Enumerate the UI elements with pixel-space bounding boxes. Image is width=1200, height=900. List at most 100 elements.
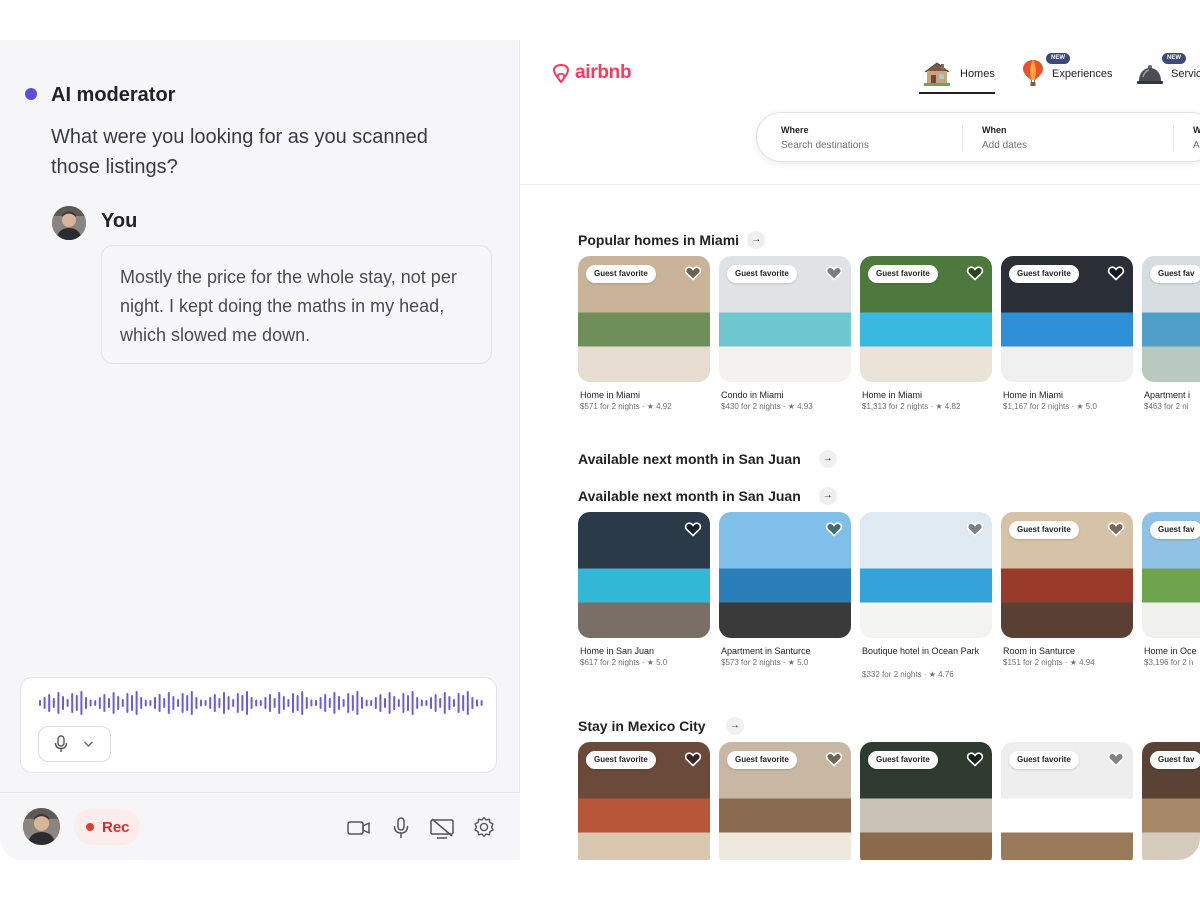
section-title[interactable]: Stay in Mexico City	[578, 718, 706, 734]
listing-photo[interactable]: Guest favorite	[1001, 512, 1133, 638]
waveform-bar	[181, 693, 184, 713]
section-arrow-button[interactable]: →	[818, 487, 837, 505]
waveform-bar	[351, 695, 354, 711]
waveform-bar	[287, 699, 290, 707]
guest-favorite-badge: Guest favorite	[727, 751, 797, 769]
search-divider	[1173, 125, 1174, 151]
heart-icon[interactable]	[1107, 750, 1125, 768]
waveform-bar	[347, 693, 350, 713]
audio-waveform	[39, 691, 483, 715]
waveform-bar	[227, 696, 230, 710]
waveform-bar	[342, 699, 345, 707]
guest-favorite-badge: Guest favorite	[1009, 751, 1079, 769]
airbnb-logo-text[interactable]: airbnb	[575, 62, 632, 84]
listing-photo[interactable]	[719, 512, 851, 638]
heart-icon[interactable]	[825, 264, 843, 282]
search-who-input[interactable]: A	[1193, 140, 1200, 151]
settings-icon[interactable]	[471, 815, 497, 841]
waveform-bar	[466, 691, 469, 715]
guest-favorite-badge: Guest favorite	[868, 265, 938, 283]
heart-icon[interactable]	[825, 520, 843, 538]
heart-icon[interactable]	[966, 264, 984, 282]
listing-photo[interactable]: Guest favorite	[719, 256, 851, 382]
heart-icon[interactable]	[966, 520, 984, 538]
listing-photo[interactable]: Guest favorite	[860, 256, 992, 382]
screen-share-icon[interactable]	[429, 815, 455, 841]
nav-homes[interactable]: Homes	[922, 58, 1002, 94]
microphone-select[interactable]	[38, 726, 111, 762]
listing-title[interactable]: Condo in Miami	[721, 389, 851, 401]
microphone-icon[interactable]	[388, 815, 414, 841]
heart-icon[interactable]	[684, 264, 702, 282]
listing-title[interactable]: Apartment in Santurce	[721, 645, 851, 657]
waveform-bar	[439, 698, 442, 708]
waveform-bar	[112, 692, 115, 714]
waveform-bar	[457, 693, 460, 713]
heart-icon[interactable]	[825, 750, 843, 768]
video-icon[interactable]	[346, 815, 372, 841]
listing-photo[interactable]: Guest favorite	[719, 742, 851, 860]
airbnb-logo-icon[interactable]	[550, 62, 572, 86]
waveform-bar	[172, 696, 175, 710]
waveform-bar	[264, 697, 267, 709]
search-bar[interactable]: Where Search destinations When Add dates…	[756, 112, 1200, 162]
nav-experiences[interactable]: NEW Experiences	[1022, 53, 1122, 94]
recording-indicator[interactable]: Rec	[74, 809, 140, 845]
waveform-bar	[149, 700, 152, 706]
nav-experiences-label: Experiences	[1052, 68, 1113, 80]
hot-air-balloon-icon	[1023, 60, 1043, 86]
waveform-bar	[361, 697, 363, 709]
listing-photo[interactable]	[860, 512, 992, 638]
heart-icon[interactable]	[1107, 520, 1125, 538]
listing-photo[interactable]: Guest favorite	[1001, 256, 1133, 382]
listing-title[interactable]: Home in Miami	[580, 389, 710, 401]
waveform-bar	[416, 697, 419, 709]
listing-photo[interactable]: Guest fav	[1142, 256, 1200, 382]
waveform-bar	[117, 696, 120, 710]
section-arrow-button[interactable]: →	[818, 450, 837, 468]
section-title[interactable]: Available next month in San Juan	[578, 451, 801, 467]
search-where-input[interactable]: Search destinations	[781, 140, 869, 151]
listing-photo[interactable]: Guest fav	[1142, 512, 1200, 638]
listing-photo[interactable]: Guest favorite	[1001, 742, 1133, 860]
listing-photo[interactable]	[578, 512, 710, 638]
listing-photo[interactable]: Guest favorite	[578, 742, 710, 860]
section-title[interactable]: Available next month in San Juan	[578, 488, 801, 504]
listing-title[interactable]: Home in San Juan	[580, 645, 710, 657]
heart-icon[interactable]	[966, 750, 984, 768]
heart-icon[interactable]	[1107, 264, 1125, 282]
listing-title[interactable]: Apartment i	[1144, 389, 1200, 401]
section-arrow-button[interactable]: →	[747, 231, 766, 249]
waveform-bar	[333, 692, 336, 714]
listing-title[interactable]: Boutique hotel in Ocean Park	[862, 645, 992, 657]
voice-input-box[interactable]	[20, 677, 497, 773]
waveform-bar	[310, 699, 313, 707]
waveform-bar	[305, 697, 308, 709]
listing-photo[interactable]: Guest favorite	[860, 742, 992, 860]
interview-panel: AI moderator What were you looking for a…	[0, 40, 520, 860]
listing-photo[interactable]: Guest favorite	[578, 256, 710, 382]
section-arrow-button[interactable]: →	[725, 717, 744, 735]
guest-favorite-badge: Guest favorite	[1009, 521, 1079, 539]
waveform-bar	[131, 695, 133, 711]
waveform-bar	[453, 699, 455, 707]
waveform-bar	[75, 695, 78, 711]
heart-icon[interactable]	[684, 750, 702, 768]
listing-photo[interactable]: Guest fav	[1142, 742, 1200, 860]
listing-title[interactable]: Home in Miami	[862, 389, 992, 401]
waveform-bar	[163, 698, 166, 708]
waveform-bar	[57, 692, 60, 714]
listing-title[interactable]: Room in Santurce	[1003, 645, 1133, 657]
heart-icon[interactable]	[684, 520, 702, 538]
section-title[interactable]: Popular homes in Miami	[578, 232, 739, 248]
waveform-bar	[393, 696, 396, 710]
guest-favorite-badge: Guest fav	[1150, 521, 1200, 539]
waveform-bar	[374, 697, 377, 709]
listing-title[interactable]: Home in Miami	[1003, 389, 1133, 401]
listing-title[interactable]: Home in Oce	[1144, 645, 1200, 657]
nav-services[interactable]: NEW Servic	[1136, 53, 1200, 94]
waveform-bar	[356, 691, 359, 715]
listing-price-rating: $1,313 for 2 nights · ★ 4.82	[862, 402, 961, 411]
user-avatar	[52, 206, 86, 240]
search-when-input[interactable]: Add dates	[982, 140, 1027, 151]
